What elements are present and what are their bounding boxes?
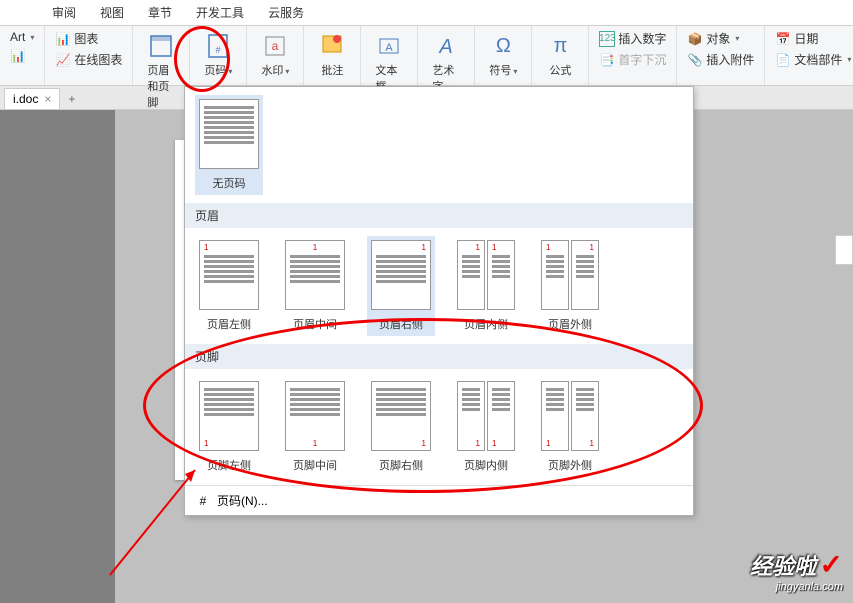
tab-view[interactable]: 视图 xyxy=(88,0,136,25)
pi-icon: π xyxy=(546,32,574,60)
sidebar-panel xyxy=(0,110,115,603)
wordart-icon: A xyxy=(432,32,460,60)
option-footer-inside[interactable]: 1 1 页脚内侧 xyxy=(453,377,519,477)
dropcap-icon: 📑 xyxy=(599,52,615,68)
option-footer-outside[interactable]: 1 1 页脚外侧 xyxy=(537,377,603,477)
tab-devtools[interactable]: 开发工具 xyxy=(184,0,256,25)
tab-cloud[interactable]: 云服务 xyxy=(256,0,316,25)
textbox-icon: A xyxy=(375,32,403,60)
option-none[interactable]: 无页码 xyxy=(195,95,263,195)
option-header-center[interactable]: 1 页眉中间 xyxy=(281,236,349,336)
ribbon-object[interactable]: 📦 对象▾ xyxy=(683,28,758,49)
svg-text:#: # xyxy=(216,45,221,55)
svg-text:a: a xyxy=(272,39,279,53)
doc-tab-active[interactable]: i.doc × xyxy=(4,88,60,109)
page-number-icon: # xyxy=(204,32,232,60)
tab-review[interactable]: 审阅 xyxy=(40,0,88,25)
watermark-brand: 经验啦 ✓ jingyanla.com xyxy=(750,548,843,593)
ribbon-header-footer[interactable]: 页眉和页脚 xyxy=(139,28,183,114)
page-number-dropdown: 无页码 页眉 1 页眉左侧 1 页眉中间 1 页眉右侧 1 1 xyxy=(184,86,694,516)
footer-section-title: 页脚 xyxy=(185,344,693,369)
svg-text:A: A xyxy=(386,42,394,54)
doc-add-button[interactable]: + xyxy=(60,89,83,109)
ribbon-insert-number[interactable]: 123 插入数字 xyxy=(595,28,670,49)
ribbon-shoudxi[interactable]: 📑 首字下沉 xyxy=(595,49,670,70)
header-section-title: 页眉 xyxy=(185,203,693,228)
option-header-left[interactable]: 1 页眉左侧 xyxy=(195,236,263,336)
ribbon-comment[interactable]: 批注 xyxy=(310,28,354,82)
doc-close-button[interactable]: × xyxy=(44,92,51,106)
option-header-right[interactable]: 1 页眉右侧 xyxy=(367,236,435,336)
ribbon-online-chart[interactable]: 📈 在线图表 xyxy=(51,49,126,70)
option-footer-left[interactable]: 1 页脚左侧 xyxy=(195,377,263,477)
side-placeholder xyxy=(835,235,853,265)
ribbon-attach[interactable]: 📎 插入附件 xyxy=(683,49,758,70)
ribbon-chart-small[interactable]: 📊 xyxy=(6,46,38,66)
ribbon-date[interactable]: 📅 日期 xyxy=(771,28,853,49)
ribbon-chart[interactable]: 📊 图表 xyxy=(51,28,126,49)
ribbon-doc-parts[interactable]: 📄 文档部件▾ xyxy=(771,49,853,70)
tab-chapter[interactable]: 章节 xyxy=(136,0,184,25)
online-chart-icon: 📈 xyxy=(55,52,71,68)
option-footer-center[interactable]: 1 页脚中间 xyxy=(281,377,349,477)
watermark-icon: a xyxy=(261,32,289,60)
ribbon-page-number[interactable]: # 页码▾ xyxy=(196,28,240,82)
chart-icon: 📊 xyxy=(10,48,26,64)
parts-icon: 📄 xyxy=(775,52,791,68)
calendar-icon: 📅 xyxy=(775,31,791,47)
ribbon-art[interactable]: Art▾ xyxy=(6,28,38,46)
ribbon-symbol[interactable]: Ω 符号▾ xyxy=(481,28,525,82)
option-footer-right[interactable]: 1 页脚右侧 xyxy=(367,377,435,477)
menu-tabs: 审阅 视图 章节 开发工具 云服务 xyxy=(0,0,853,26)
page-num-small-icon: # xyxy=(195,493,211,509)
ribbon-toolbar: Art▾ 📊 📊 图表 📈 在线图表 页眉和页脚 # 页码▾ xyxy=(0,26,853,86)
ribbon-formula[interactable]: π 公式 xyxy=(538,28,582,82)
comment-icon xyxy=(318,32,346,60)
more-page-number[interactable]: # 页码(N)... xyxy=(185,485,693,515)
chart-icon: 📊 xyxy=(55,31,71,47)
option-header-outside[interactable]: 1 1 页眉外侧 xyxy=(537,236,603,336)
svg-text:A: A xyxy=(439,36,453,58)
header-footer-icon xyxy=(147,32,175,60)
ribbon-watermark[interactable]: a 水印▾ xyxy=(253,28,297,82)
attachment-icon: 📎 xyxy=(687,52,703,68)
doc-filename: i.doc xyxy=(13,92,38,106)
object-icon: 📦 xyxy=(687,31,703,47)
option-header-inside[interactable]: 1 1 页眉内侧 xyxy=(453,236,519,336)
omega-icon: Ω xyxy=(489,32,517,60)
number-icon: 123 xyxy=(599,31,615,47)
